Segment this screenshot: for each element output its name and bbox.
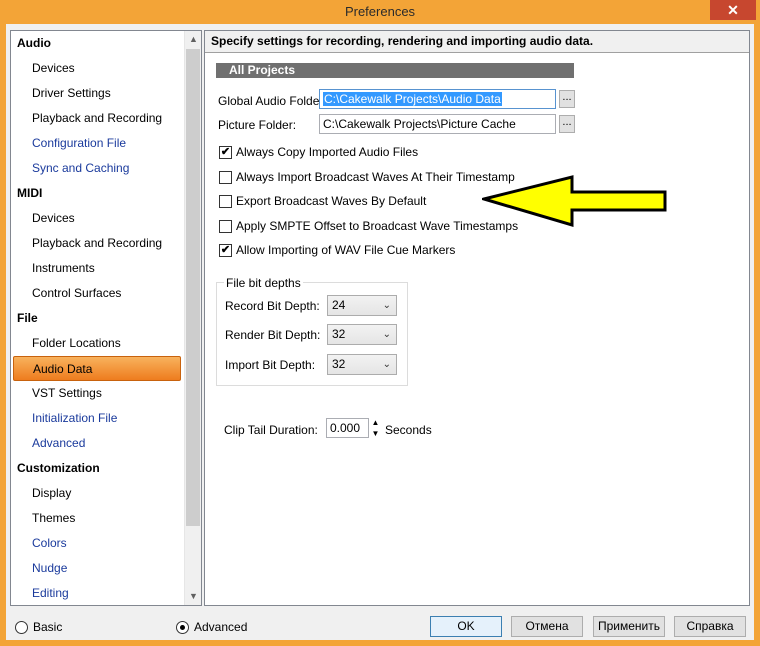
checkbox-export-broadcast-waves-by-default[interactable]: Export Broadcast Waves By Default	[219, 194, 519, 210]
tree-item-driver-settings[interactable]: Driver Settings	[11, 81, 183, 106]
chevron-down-icon: ⌄	[382, 300, 391, 311]
settings-panel: Specify settings for recording, renderin…	[204, 30, 750, 606]
tree-category-audio[interactable]: Audio	[11, 31, 183, 56]
mode-advanced-label: Advanced	[194, 620, 248, 634]
scroll-down-icon[interactable]: ▼	[185, 588, 201, 605]
render-bit-depth-label: Render Bit Depth:	[225, 328, 321, 342]
tree-item-instruments[interactable]: Instruments	[11, 256, 183, 281]
global-audio-folder-field[interactable]: C:\Cakewalk Projects\Audio Data	[319, 89, 556, 109]
global-audio-folder-label: Global Audio Folder:	[218, 94, 327, 108]
category-tree[interactable]: Audio Devices Driver Settings Playback and …	[10, 30, 202, 606]
tree-category-customization[interactable]: Customization	[11, 456, 183, 481]
stepper-up-icon[interactable]: ▲	[371, 418, 380, 427]
checkbox-box[interactable]	[219, 171, 232, 184]
record-bit-depth-select[interactable]: 24 ⌄	[327, 295, 397, 316]
tree-item-configuration-file[interactable]: Configuration File	[11, 131, 183, 156]
import-bit-depth-label: Import Bit Depth:	[225, 358, 316, 372]
chevron-down-icon: ⌄	[382, 329, 391, 340]
tree-item-devices[interactable]: Devices	[11, 56, 183, 81]
import-bit-depth-select[interactable]: 32 ⌄	[327, 354, 397, 375]
record-bit-depth-label: Record Bit Depth:	[225, 299, 320, 313]
checkbox-box[interactable]	[219, 195, 232, 208]
checkbox-label: Always Copy Imported Audio Files	[236, 145, 419, 159]
tree-item-playback-and-recording[interactable]: Playback and Recording	[11, 231, 183, 256]
checkbox-label: Always Import Broadcast Waves At Their T…	[236, 170, 515, 184]
global-audio-folder-browse-button[interactable]: ...	[559, 90, 575, 108]
help-button[interactable]: Справка	[674, 616, 746, 637]
tree-item-colors[interactable]: Colors	[11, 531, 183, 556]
render-bit-depth-select[interactable]: 32 ⌄	[327, 324, 397, 345]
tree-item-vst-settings[interactable]: VST Settings	[11, 381, 183, 406]
scroll-thumb[interactable]	[186, 49, 200, 526]
tree-category-midi[interactable]: MIDI	[11, 181, 183, 206]
checkbox-apply-smpte-offset-to-broadcast-wave-timestamps[interactable]: Apply SMPTE Offset to Broadcast Wave Tim…	[219, 219, 519, 235]
tree-item-folder-locations[interactable]: Folder Locations	[11, 331, 183, 356]
cancel-button[interactable]: Отмена	[511, 616, 583, 637]
apply-button[interactable]: Применить	[593, 616, 665, 637]
checkmark-icon[interactable]: ✔	[219, 244, 232, 257]
group-title: File bit depths	[224, 276, 303, 290]
clip-tail-duration-field[interactable]: 0.000	[326, 418, 369, 438]
tree-scrollbar[interactable]: ▲ ▼	[184, 31, 201, 605]
radio-circle[interactable]	[176, 621, 189, 634]
tree-category-file[interactable]: File	[11, 306, 183, 331]
tree-item-display[interactable]: Display	[11, 481, 183, 506]
title-bar[interactable]: Preferences ✕	[0, 0, 760, 24]
stepper-down-icon[interactable]: ▼	[371, 429, 380, 438]
annotation-arrow-icon	[482, 175, 667, 228]
checkmark-icon[interactable]: ✔	[219, 146, 232, 159]
checkbox-always-copy-imported-audio-files[interactable]: ✔ Always Copy Imported Audio Files	[219, 145, 519, 161]
window-title: Preferences	[344, 4, 416, 19]
file-bit-depths-group: File bit depths Record Bit Depth: 24 ⌄ Re…	[216, 276, 408, 386]
ok-button[interactable]: OK	[430, 616, 502, 637]
clip-tail-unit: Seconds	[385, 423, 432, 437]
section-title: All Projects	[216, 63, 574, 78]
picture-folder-field[interactable]: C:\Cakewalk Projects\Picture Cache	[319, 114, 556, 134]
radio-circle[interactable]	[15, 621, 28, 634]
clip-tail-duration-label: Clip Tail Duration:	[224, 423, 318, 437]
picture-folder-label: Picture Folder:	[218, 118, 297, 132]
mode-basic-label: Basic	[33, 620, 63, 634]
dialog-body: Audio Devices Driver Settings Playback and …	[6, 24, 754, 640]
preferences-window: Preferences ✕ Audio Devices Driver Setting…	[0, 0, 760, 646]
checkbox-allow-importing-of-wav-file-cue-markers[interactable]: ✔ Allow Importing of WAV File Cue Markers	[219, 243, 519, 259]
clip-tail-stepper[interactable]: ▲ ▼	[371, 418, 380, 438]
tree-item-themes[interactable]: Themes	[11, 506, 183, 531]
tree-item-playback-and-recording[interactable]: Playback and Recording	[11, 106, 183, 131]
checkbox-label: Apply SMPTE Offset to Broadcast Wave Tim…	[236, 219, 519, 233]
scroll-up-icon[interactable]: ▲	[185, 31, 201, 48]
tree-item-audio-data[interactable]: Audio Data	[13, 356, 181, 381]
checkbox-label: Allow Importing of WAV File Cue Markers	[236, 243, 456, 257]
tree-item-nudge[interactable]: Nudge	[11, 556, 183, 581]
tree-item-editing[interactable]: Editing	[11, 581, 183, 605]
tree-item-devices[interactable]: Devices	[11, 206, 183, 231]
tree-item-advanced[interactable]: Advanced	[11, 431, 183, 456]
chevron-down-icon: ⌄	[382, 359, 391, 370]
checkbox-label: Export Broadcast Waves By Default	[236, 194, 427, 208]
close-button[interactable]: ✕	[710, 0, 756, 20]
tree-item-sync-and-caching[interactable]: Sync and Caching	[11, 156, 183, 181]
tree-item-control-surfaces[interactable]: Control Surfaces	[11, 281, 183, 306]
checkbox-box[interactable]	[219, 220, 232, 233]
panel-description: Specify settings for recording, renderin…	[205, 31, 749, 53]
checkbox-always-import-broadcast-waves-at-their-timestamp[interactable]: Always Import Broadcast Waves At Their T…	[219, 170, 519, 186]
tree-item-initialization-file[interactable]: Initialization File	[11, 406, 183, 431]
picture-folder-browse-button[interactable]: ...	[559, 115, 575, 133]
